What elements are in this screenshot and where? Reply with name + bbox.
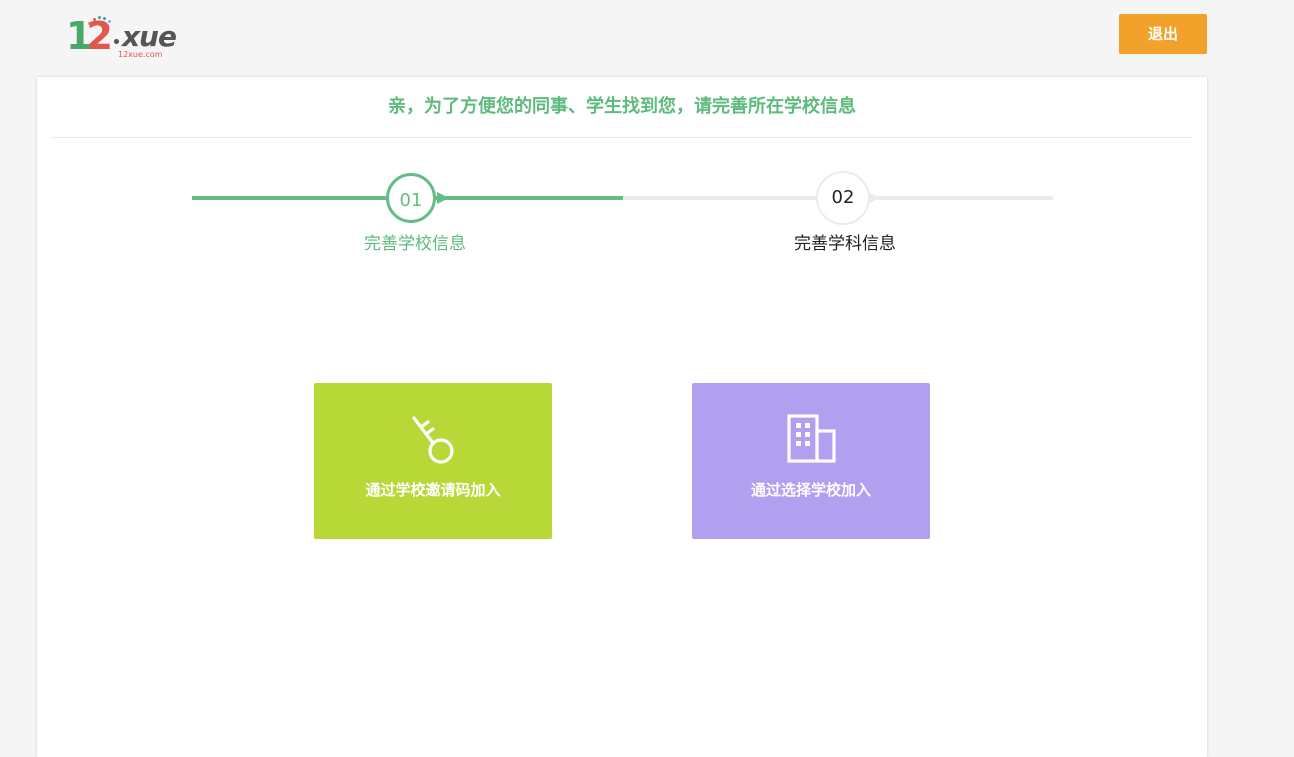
step-1-pointer — [437, 192, 449, 204]
step-2-label: 完善学科信息 — [794, 234, 896, 254]
logo-separator-dot — [114, 39, 119, 44]
logo-wordmark: xue — [122, 20, 177, 53]
site-logo[interactable]: 12 xue 12xue.com — [66, 14, 186, 60]
building-icon — [787, 414, 836, 463]
join-by-select-school-label: 通过选择学校加入 — [750, 481, 871, 499]
join-by-invite-code-button[interactable]: 通过学校邀请码加入 — [314, 383, 552, 539]
key-icon — [412, 416, 454, 464]
step-1-circle: 01 — [386, 173, 436, 223]
join-by-invite-code-label: 通过学校邀请码加入 — [365, 481, 501, 499]
join-by-select-school-button[interactable]: 通过选择学校加入 — [692, 383, 930, 539]
logout-button[interactable]: 退出 — [1119, 14, 1207, 54]
main-card: 亲，为了方便您的同事、学生找到您，请完善所在学校信息 01 完善学校信息 02 … — [37, 77, 1207, 757]
logo-mark: 12 — [66, 14, 113, 58]
page-notice: 亲，为了方便您的同事、学生找到您，请完善所在学校信息 — [51, 77, 1193, 138]
step-1-label: 完善学校信息 — [364, 234, 466, 254]
logo-domain: 12xue.com — [118, 50, 163, 59]
step-2-circle: 02 — [816, 171, 870, 225]
